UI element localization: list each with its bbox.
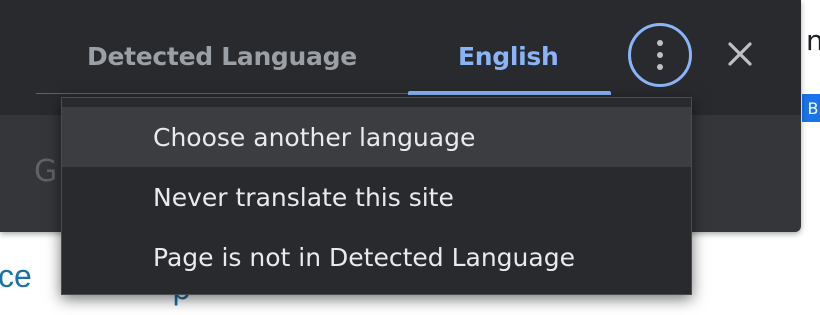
menu-item-page-not-in-detected-language[interactable]: Page is not in Detected Language [62, 227, 691, 287]
background-page-link[interactable]: ce [0, 258, 32, 295]
tab-detected-language[interactable]: Detected Language [87, 36, 357, 76]
close-icon [728, 42, 752, 66]
menu-item-label: Never translate this site [153, 182, 454, 212]
translate-popup-faded-text: G [34, 154, 58, 189]
vertical-dots-icon [657, 40, 663, 70]
menu-item-never-translate-site[interactable]: Never translate this site [62, 167, 691, 227]
selected-tab-indicator [408, 91, 611, 95]
menu-item-label: Choose another language [153, 122, 476, 152]
background-page-chip[interactable]: B [802, 94, 820, 122]
menu-item-choose-another-language[interactable]: Choose another language [62, 107, 691, 167]
browser-page: ng B ce p Detected Language English G Ch… [0, 0, 820, 315]
close-button[interactable] [722, 36, 758, 72]
options-menu: Choose another language Never translate … [61, 97, 692, 295]
tab-english[interactable]: English [458, 36, 559, 76]
more-options-button[interactable] [628, 23, 692, 87]
chip-label: B [807, 98, 819, 118]
background-page-text: ng [806, 24, 820, 57]
menu-item-label: Page is not in Detected Language [153, 242, 575, 272]
tab-detected-language-label: Detected Language [87, 41, 357, 71]
tab-english-label: English [458, 41, 559, 71]
